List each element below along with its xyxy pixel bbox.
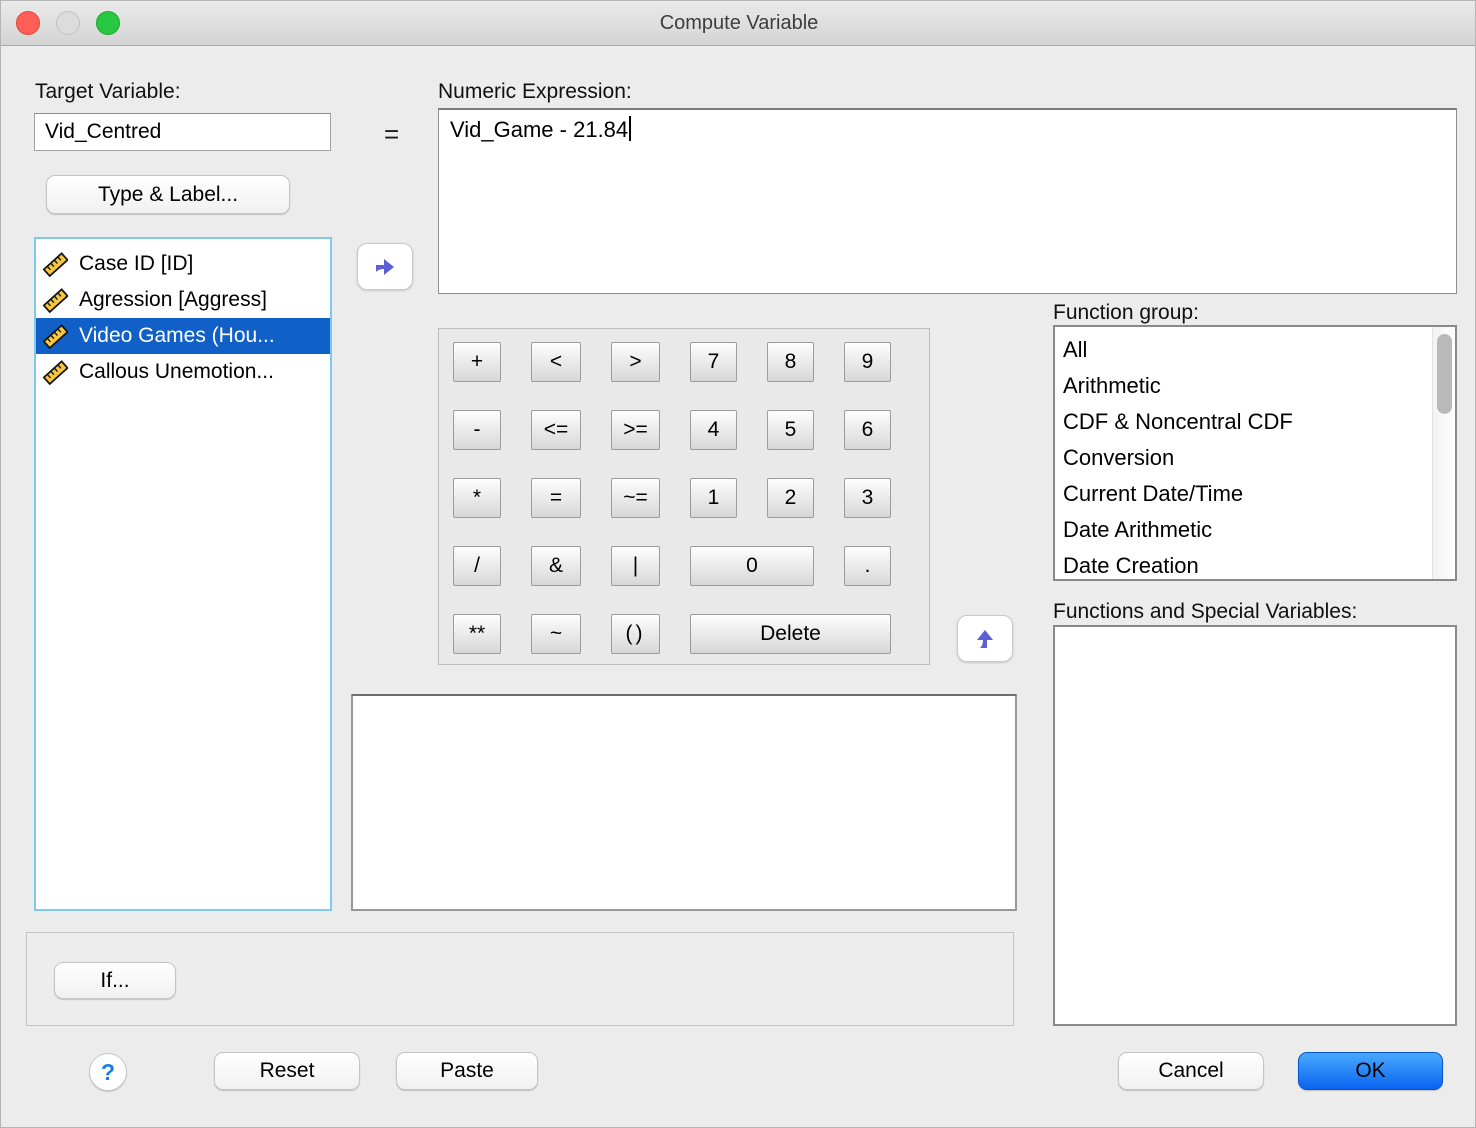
type-and-label-button[interactable]: Type & Label... — [46, 175, 290, 214]
key-greater[interactable]: > — [611, 342, 660, 382]
function-group-item[interactable]: Date Arithmetic — [1055, 512, 1455, 548]
key-9[interactable]: 9 — [844, 342, 891, 382]
question-mark-icon: ? — [101, 1059, 115, 1086]
key-or[interactable]: | — [611, 546, 660, 586]
move-variable-button[interactable] — [357, 243, 413, 290]
key-7[interactable]: 7 — [690, 342, 737, 382]
key-power[interactable]: ** — [453, 614, 501, 654]
key-6[interactable]: 6 — [844, 410, 891, 450]
calculator-keypad: + < > 7 8 9 - <= >= 4 5 6 * = ~= 1 2 3 /… — [438, 328, 930, 665]
target-variable-input[interactable] — [34, 113, 331, 151]
key-greater-eq[interactable]: >= — [611, 410, 660, 450]
key-0[interactable]: 0 — [690, 546, 814, 586]
cancel-button[interactable]: Cancel — [1118, 1052, 1264, 1090]
expression-text: Vid_Game - 21.84 — [450, 117, 628, 142]
up-arrow-icon — [971, 625, 999, 653]
list-item-case-id[interactable]: Case ID [ID] — [36, 246, 330, 282]
variable-label: Video Games (Hou... — [79, 324, 275, 348]
key-minus[interactable]: - — [453, 410, 501, 450]
function-group-item[interactable]: Conversion — [1055, 440, 1455, 476]
key-not[interactable]: ~ — [531, 614, 581, 654]
if-button[interactable]: If... — [54, 962, 176, 999]
variable-label: Agression [Aggress] — [79, 288, 267, 312]
title-bar: Compute Variable — [1, 1, 1476, 46]
list-item-callous[interactable]: Callous Unemotion... — [36, 354, 330, 390]
key-4[interactable]: 4 — [690, 410, 737, 450]
function-group-label: Function group: — [1053, 301, 1199, 325]
scale-measure-icon — [43, 360, 68, 385]
key-1[interactable]: 1 — [690, 478, 737, 518]
function-group-item[interactable]: All — [1055, 332, 1455, 368]
compute-variable-dialog: Compute Variable Target Variable: = Type… — [0, 0, 1476, 1128]
insert-function-button[interactable] — [957, 615, 1013, 662]
function-group-item[interactable]: Date Creation — [1055, 548, 1455, 581]
key-3[interactable]: 3 — [844, 478, 891, 518]
variable-label: Case ID [ID] — [79, 252, 193, 276]
text-caret — [629, 116, 631, 141]
numeric-expression-input[interactable]: Vid_Game - 21.84 — [438, 108, 1457, 294]
key-multiply[interactable]: * — [453, 478, 501, 518]
list-item-agression[interactable]: Agression [Aggress] — [36, 282, 330, 318]
scale-measure-icon — [43, 324, 68, 349]
key-not-equal[interactable]: ~= — [611, 478, 660, 518]
functions-special-variables-label: Functions and Special Variables: — [1053, 600, 1357, 624]
functions-special-variables-list[interactable] — [1053, 625, 1457, 1026]
reset-button[interactable]: Reset — [214, 1052, 360, 1090]
source-variable-list[interactable]: Case ID [ID] Agression [Aggress] Video G… — [34, 237, 332, 911]
function-description-box — [351, 694, 1017, 911]
key-delete[interactable]: Delete — [690, 614, 891, 654]
key-equal[interactable]: = — [531, 478, 581, 518]
function-group-item[interactable]: CDF & Noncentral CDF — [1055, 404, 1455, 440]
key-dot[interactable]: . — [844, 546, 891, 586]
paste-button[interactable]: Paste — [396, 1052, 538, 1090]
scale-measure-icon — [43, 288, 68, 313]
scale-measure-icon — [43, 252, 68, 277]
scrollbar-track[interactable] — [1432, 327, 1455, 579]
key-5[interactable]: 5 — [767, 410, 814, 450]
list-item-video-games-selected[interactable]: Video Games (Hou... — [36, 318, 330, 354]
numeric-expression-label: Numeric Expression: — [438, 80, 632, 104]
target-variable-label: Target Variable: — [35, 80, 181, 104]
window-title: Compute Variable — [1, 1, 1476, 46]
function-group-list[interactable]: All Arithmetic CDF & Noncentral CDF Conv… — [1053, 325, 1457, 581]
scrollbar-thumb[interactable] — [1437, 334, 1452, 414]
key-less-eq[interactable]: <= — [531, 410, 581, 450]
key-8[interactable]: 8 — [767, 342, 814, 382]
key-divide[interactable]: / — [453, 546, 501, 586]
key-less[interactable]: < — [531, 342, 581, 382]
equals-sign: = — [384, 119, 399, 150]
key-2[interactable]: 2 — [767, 478, 814, 518]
variable-label: Callous Unemotion... — [79, 360, 274, 384]
key-parentheses[interactable]: () — [611, 614, 660, 654]
ok-button[interactable]: OK — [1298, 1052, 1443, 1090]
function-group-item[interactable]: Arithmetic — [1055, 368, 1455, 404]
key-plus[interactable]: + — [453, 342, 501, 382]
key-and[interactable]: & — [531, 546, 581, 586]
keypad-grid: + < > 7 8 9 - <= >= 4 5 6 * = ~= 1 2 3 /… — [453, 342, 891, 654]
function-group-item[interactable]: Current Date/Time — [1055, 476, 1455, 512]
help-button[interactable]: ? — [89, 1053, 127, 1091]
right-arrow-icon — [371, 253, 399, 281]
